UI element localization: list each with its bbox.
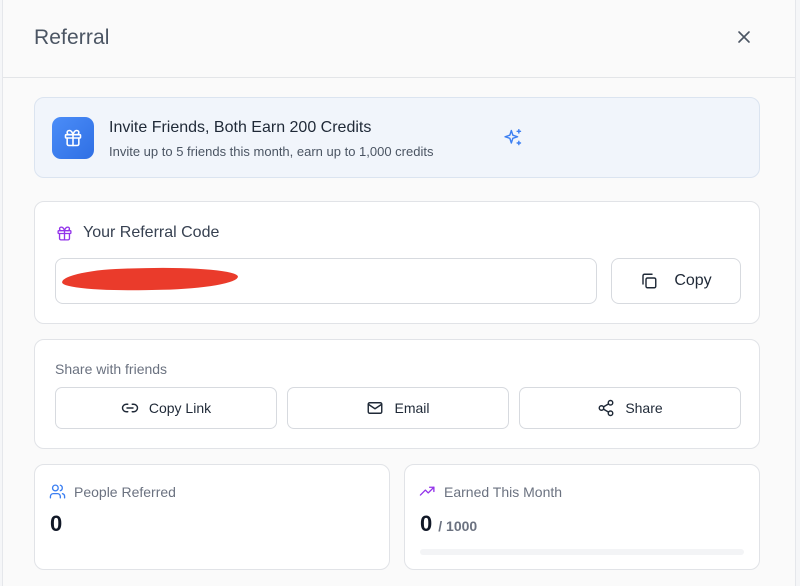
modal-title: Referral [34, 26, 110, 49]
banner-icon-badge [52, 117, 94, 159]
share-card: Share with friends Copy Link Email Share [34, 339, 760, 449]
people-referred-card: People Referred 0 [34, 464, 390, 570]
invite-banner: Invite Friends, Both Earn 200 Credits In… [34, 97, 760, 178]
earned-progress-bar [420, 549, 744, 555]
copy-link-label: Copy Link [148, 400, 212, 416]
referral-code-label: Your Referral Code [83, 224, 220, 241]
earned-max: / 1000 [438, 518, 478, 534]
share-label: Share [625, 400, 663, 416]
gift-icon [64, 129, 82, 147]
share-title: Share with friends [55, 361, 168, 377]
share-button[interactable]: Share [519, 387, 741, 429]
copy-link-button[interactable]: Copy Link [55, 387, 277, 429]
earned-header: Earned This Month [419, 483, 562, 500]
copy-icon [642, 273, 657, 289]
close-icon [738, 31, 750, 43]
people-referred-label: People Referred [74, 483, 176, 500]
earned-value-row: 0 / 1000 [420, 511, 477, 537]
share-icon [598, 399, 614, 417]
referral-code-header: Your Referral Code [56, 224, 219, 242]
referral-modal: Referral Invite Friends, Both Earn 200 C… [2, 0, 796, 586]
earned-label: Earned This Month [444, 483, 563, 500]
copy-button-label: Copy [674, 272, 712, 289]
referral-code-card: Your Referral Code Copy [34, 201, 760, 324]
link-icon [121, 403, 139, 413]
close-button[interactable] [731, 24, 757, 50]
people-referred-value: 0 [50, 511, 63, 536]
email-label: Email [394, 400, 430, 416]
gift-icon [57, 225, 72, 241]
redaction-mark [61, 266, 239, 292]
earned-this-month-card: Earned This Month 0 / 1000 [404, 464, 760, 570]
modal-header: Referral [3, 0, 795, 78]
users-icon [49, 484, 66, 499]
banner-title: Invite Friends, Both Earn 200 Credits [109, 119, 372, 136]
earned-value: 0 [420, 511, 433, 536]
copy-code-button[interactable]: Copy [611, 258, 741, 304]
mail-icon [368, 402, 383, 414]
trending-up-icon [419, 486, 435, 496]
people-referred-header: People Referred [49, 483, 176, 500]
sparkle-icon [504, 128, 522, 146]
banner-subtitle: Invite up to 5 friends this month, earn … [109, 144, 434, 159]
email-button[interactable]: Email [287, 387, 509, 429]
referral-code-field[interactable] [55, 258, 597, 304]
